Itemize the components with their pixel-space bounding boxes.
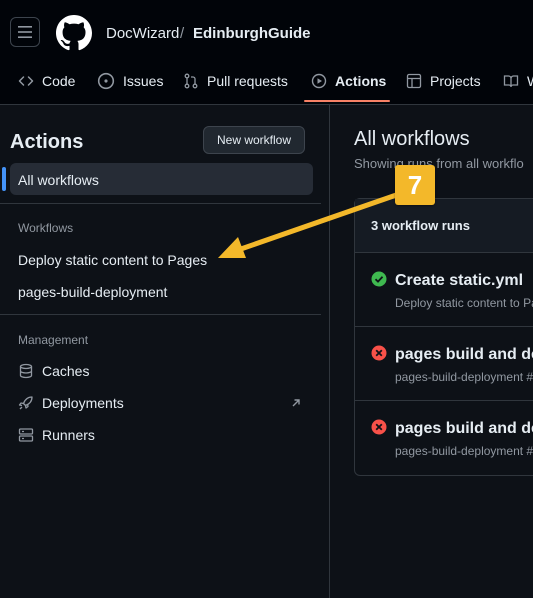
callout-arrow-icon bbox=[218, 190, 405, 258]
step-number-badge: 7 bbox=[395, 165, 435, 205]
